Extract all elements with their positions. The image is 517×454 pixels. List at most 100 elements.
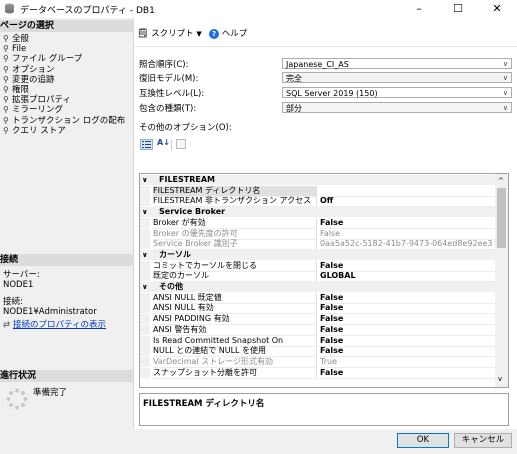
grid-row[interactable]: ANSI NULL 既定値 False: [140, 292, 495, 304]
grid-category[interactable]: ∨ その他: [140, 282, 495, 292]
view-connection-link[interactable]: 接続のプロパティの表示: [13, 320, 106, 330]
sidebar-item[interactable]: ⚲ 拡張プロパティ: [3, 95, 71, 105]
sidebar-item[interactable]: ⚲ 権限: [3, 85, 29, 95]
sidebar-item[interactable]: ⚲ オプション: [3, 65, 55, 75]
property-name: FILESTREAM ディレクトリ名: [153, 185, 317, 197]
sidebar-item-label: 全般: [12, 34, 30, 44]
property-value[interactable]: False: [320, 293, 495, 304]
property-pages-icon[interactable]: [176, 139, 186, 149]
grid-scrollbar[interactable]: ^ v: [495, 174, 508, 387]
sidebar-item[interactable]: ⚲ ミラーリング: [3, 105, 63, 115]
row-gutter: [140, 271, 150, 282]
grid-category[interactable]: ∨ カーソル: [140, 249, 495, 260]
grid-row[interactable]: Is Read Committed Snapshot On False: [140, 335, 495, 347]
sidebar-item[interactable]: ⚲ 全般: [3, 34, 29, 44]
collapse-icon[interactable]: ∨: [142, 250, 148, 260]
sidebar-item-label: 権限: [12, 85, 30, 95]
wrench-icon: ⚲: [3, 74, 9, 84]
compat-label: 互換性レベル(L):: [139, 89, 205, 99]
recovery-value: 完全: [286, 74, 302, 83]
help-button[interactable]: ? ヘルプ: [209, 27, 247, 39]
compat-level-select[interactable]: SQL Server 2019 (150) ∨: [282, 87, 512, 98]
row-gutter: [140, 346, 150, 357]
row-gutter: [140, 367, 150, 378]
sidebar-item[interactable]: ⚲ 変更の追跡: [3, 75, 55, 85]
row-gutter: [140, 314, 150, 325]
grid-row[interactable]: ANSI NULL 有効 False: [140, 303, 495, 315]
property-value[interactable]: False: [320, 229, 495, 240]
sidebar-item[interactable]: ⚲ トランザクション ログの配布: [3, 116, 125, 126]
property-value[interactable]: False: [320, 303, 495, 315]
grid-row[interactable]: ANSI 警告有効 False: [140, 324, 495, 336]
property-name: 既定のカーソル: [153, 271, 317, 283]
cancel-button[interactable]: キャンセル: [454, 433, 512, 448]
property-value[interactable]: False: [320, 314, 495, 326]
property-value[interactable]: [320, 186, 495, 197]
sidebar-item[interactable]: ⚲ File: [3, 44, 26, 54]
scroll-up-icon[interactable]: ^: [498, 177, 504, 185]
scroll-down-icon[interactable]: v: [498, 375, 502, 383]
row-gutter: [140, 185, 150, 196]
grid-category[interactable]: ∨ Service Broker: [140, 207, 495, 218]
sidebar-item[interactable]: ⚲ ファイル グループ: [3, 54, 82, 64]
connection-header: 接続: [0, 254, 133, 266]
compat-value: SQL Server 2019 (150): [286, 89, 378, 98]
containment-value: 部分: [286, 104, 302, 113]
property-value[interactable]: GLOBAL: [320, 271, 495, 283]
grid-row[interactable]: NULL との連結で NULL を使用 False: [140, 346, 495, 358]
row-gutter: [140, 335, 150, 346]
scroll-thumb[interactable]: [497, 188, 506, 248]
property-value[interactable]: Off: [320, 196, 495, 208]
sidebar-item[interactable]: ⚲ クエリ ストア: [3, 126, 66, 136]
sidebar-item-label: クエリ ストア: [12, 125, 66, 136]
wrench-icon: ⚲: [3, 34, 9, 43]
grid-row[interactable]: コミットでカーソルを閉じる False: [140, 260, 495, 272]
collapse-icon[interactable]: ∨: [142, 282, 148, 292]
minimize-button[interactable]: –: [399, 0, 439, 18]
categorized-icon[interactable]: [140, 139, 153, 150]
grid-row[interactable]: ANSI PADDING 有効 False: [140, 314, 495, 326]
ok-button[interactable]: OK: [397, 433, 449, 448]
grid-row[interactable]: 既定のカーソル GLOBAL: [140, 271, 495, 283]
progress-header: 進行状況: [0, 370, 133, 382]
row-gutter: [140, 217, 150, 228]
wrench-icon: ⚲: [3, 95, 9, 105]
property-name: ANSI PADDING 有効: [153, 314, 317, 326]
row-gutter: [140, 260, 150, 271]
property-value[interactable]: False: [320, 261, 495, 272]
close-button[interactable]: ✕: [477, 0, 517, 18]
recovery-model-select[interactable]: 完全 ∨: [282, 72, 512, 83]
property-name: Is Read Committed Snapshot On: [153, 335, 317, 347]
property-value[interactable]: 0aa5a52c-5182-41b7-9473-064ed8e92ee3: [320, 239, 495, 251]
grid-row[interactable]: Broker の優先度の許可 False: [140, 228, 495, 240]
row-gutter: [140, 324, 150, 335]
grid-row[interactable]: FILESTREAM 非トランザクション アクセス Off: [140, 196, 495, 208]
grid-row[interactable]: FILESTREAM ディレクトリ名: [140, 185, 495, 197]
main-panel: 🗒 スクリプト ▼ ? ヘルプ 照合順序(C): Japanese_CI_AS …: [134, 18, 517, 429]
property-value[interactable]: False: [320, 336, 495, 347]
containment-select[interactable]: 部分 ∨: [282, 102, 512, 113]
progress-status: 準備完了: [33, 388, 68, 398]
property-value[interactable]: False: [320, 368, 495, 379]
help-icon: ?: [209, 29, 219, 39]
property-value[interactable]: True: [320, 357, 495, 368]
sort-alphabetical-icon[interactable]: A↓: [157, 138, 170, 147]
property-value[interactable]: False: [320, 346, 495, 358]
grid-category[interactable]: ∨ FILESTREAM: [140, 175, 495, 185]
grid-row[interactable]: VarDecimal ストレージ形式有効 True: [140, 356, 495, 368]
property-value[interactable]: False: [320, 325, 495, 336]
property-value[interactable]: False: [320, 218, 495, 229]
collapse-icon[interactable]: ∨: [142, 175, 148, 185]
grid-row[interactable]: Broker が有効 False: [140, 217, 495, 229]
collapse-icon[interactable]: ∨: [142, 207, 148, 217]
maximize-button[interactable]: ☐: [438, 0, 478, 18]
view-connection-properties[interactable]: ⇄ 接続のプロパティの表示: [3, 320, 106, 330]
sidebar-item-label: 変更の追跡: [12, 74, 55, 85]
grid-row[interactable]: Service Broker 識別子 0aa5a52c-5182-41b7-947…: [140, 239, 495, 251]
grid-row[interactable]: スナップショット分離を許可 False: [140, 367, 495, 379]
options-property-grid[interactable]: ∨ FILESTREAM FILESTREAM ディレクトリ名 FILESTREAM …: [139, 173, 509, 388]
script-button[interactable]: 🗒 スクリプト ▼: [137, 27, 202, 39]
chevron-down-icon: ∨: [502, 89, 508, 97]
collation-select[interactable]: Japanese_CI_AS ∨: [282, 58, 512, 69]
property-name: Broker の優先度の許可: [153, 228, 317, 240]
